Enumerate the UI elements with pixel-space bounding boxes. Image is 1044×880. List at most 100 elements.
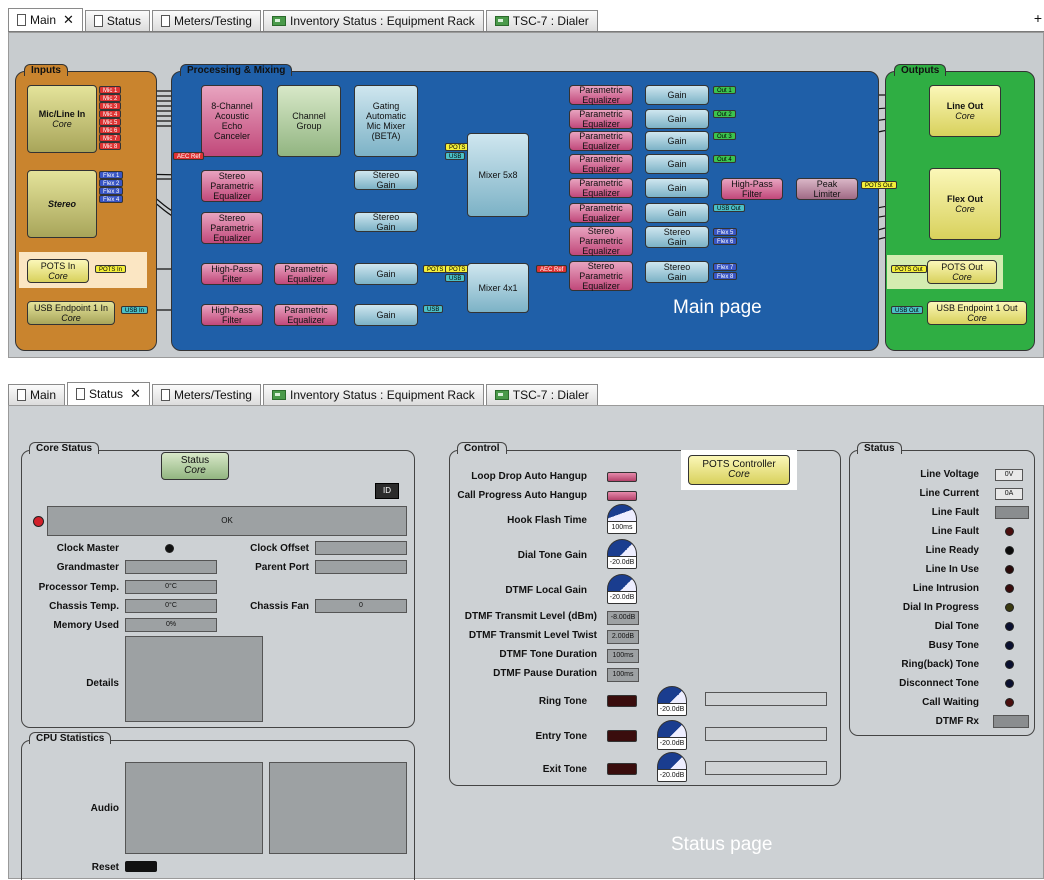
schematic-canvas[interactable]: Inputs Processing & Mixing Outputs Mic/L… [8, 32, 1044, 358]
hpf-1-block[interactable]: High-Pass Filter [201, 263, 263, 285]
stereo-gain-2-block[interactable]: Stereo Gain [354, 212, 418, 232]
gain-out-5-block[interactable]: Gain [645, 178, 709, 198]
pin-pots-out-limiter[interactable]: POTS Out [861, 181, 897, 189]
pin-out-2[interactable]: Out 2 [713, 110, 736, 118]
pin-usb-mixer4x1[interactable]: USB [445, 274, 466, 282]
pin-pots-mixer5x8[interactable]: POTS [445, 143, 470, 151]
pots-in-block[interactable]: POTS In Core [27, 259, 89, 283]
gain-out-4-block[interactable]: Gain [645, 154, 709, 174]
pin-flex-1[interactable]: Flex 1 [99, 171, 124, 179]
dtmf-tone-duration-field[interactable]: 100ms [607, 649, 639, 663]
id-button[interactable]: ID [375, 483, 399, 499]
pin-aec-ref-out[interactable]: AEC Ref [536, 265, 568, 273]
entry-tone-button[interactable] [607, 730, 637, 742]
ring-tone-button[interactable] [607, 695, 637, 707]
tab-status[interactable]: Status [84, 10, 150, 31]
call-progress-toggle[interactable] [607, 491, 637, 501]
stereo-input-block[interactable]: Stereo [27, 170, 97, 238]
pin-flex-2[interactable]: Flex 2 [99, 179, 124, 187]
pin-flex-5[interactable]: Flex 5 [713, 228, 738, 236]
pin-aec-ref-in[interactable]: AEC Ref [173, 152, 205, 160]
status-core-block[interactable]: Status Core [161, 452, 229, 480]
add-tab-button[interactable]: + [1034, 10, 1042, 26]
pin-usb-gain[interactable]: USB [423, 305, 444, 313]
tab-main[interactable]: Main ✕ [8, 8, 83, 31]
pin-out-4[interactable]: Out 4 [713, 155, 736, 163]
ring-tone-knob[interactable]: -20.0dB [657, 686, 687, 716]
peq-out-2-block[interactable]: Parametric Equalizer [569, 109, 633, 129]
gain-out-3-block[interactable]: Gain [645, 131, 709, 151]
pin-out-3[interactable]: Out 3 [713, 132, 736, 140]
pots-out-block[interactable]: POTS Out Core [927, 260, 997, 284]
hpf-2-block[interactable]: High-Pass Filter [201, 304, 263, 326]
pots-controller-block[interactable]: POTS Controller Core [688, 455, 790, 485]
pin-pots-in[interactable]: POTS In [95, 265, 127, 273]
tab-meters-testing[interactable]: Meters/Testing [151, 10, 261, 31]
pin-pots-out-gain[interactable]: POTS [423, 265, 448, 273]
tab-meters-testing[interactable]: Meters/Testing [151, 384, 261, 405]
mixer-4x1-block[interactable]: Mixer 4x1 [467, 263, 529, 313]
pin-usb-out-endpoint[interactable]: USB Out [891, 306, 923, 314]
gain-out-1-block[interactable]: Gain [645, 85, 709, 105]
tab-tsc7-dialer[interactable]: TSC-7 : Dialer [485, 384, 598, 405]
pin-out-1[interactable]: Out 1 [713, 86, 736, 94]
pin-mic-3[interactable]: Mic 3 [99, 102, 122, 110]
mic-line-in-block[interactable]: Mic/Line In Core [27, 85, 97, 153]
flex-out-block[interactable]: Flex Out Core [929, 168, 1001, 240]
gating-mixer-block[interactable]: Gating Automatic Mic Mixer (BETA) [354, 85, 418, 157]
stereo-peq-1-block[interactable]: Stereo Parametric Equalizer [201, 170, 263, 202]
line-out-block[interactable]: Line Out Core [929, 85, 1001, 137]
peq-a-block[interactable]: Parametric Equalizer [274, 263, 338, 285]
dial-tone-gain-knob[interactable]: -20.0dB [607, 539, 637, 569]
peq-out-5-block[interactable]: Parametric Equalizer [569, 178, 633, 198]
tab-main[interactable]: Main [8, 384, 66, 405]
usb-endpoint-in-block[interactable]: USB Endpoint 1 In Core [27, 301, 115, 325]
peq-out-1-block[interactable]: Parametric Equalizer [569, 85, 633, 105]
peq-out-6-block[interactable]: Parametric Equalizer [569, 203, 633, 223]
tab-inventory-status[interactable]: Inventory Status : Equipment Rack [262, 384, 484, 405]
stereo-peq-out-2-block[interactable]: Stereo Parametric Equalizer [569, 261, 633, 291]
hpf-out-block[interactable]: High-Pass Filter [721, 178, 783, 200]
peak-limiter-block[interactable]: Peak Limiter [796, 178, 858, 200]
pin-mic-2[interactable]: Mic 2 [99, 94, 122, 102]
stereo-gain-1-block[interactable]: Stereo Gain [354, 170, 418, 190]
pin-pots-mixer4x1[interactable]: POTS [445, 265, 470, 273]
exit-tone-knob[interactable]: -20.0dB [657, 752, 687, 782]
dtmf-pause-duration-field[interactable]: 100ms [607, 668, 639, 682]
tab-tsc7-dialer[interactable]: TSC-7 : Dialer [485, 10, 598, 31]
mixer-5x8-block[interactable]: Mixer 5x8 [467, 133, 529, 217]
pin-usb-in[interactable]: USB In [121, 306, 149, 314]
stereo-gain-out-2-block[interactable]: Stereo Gain [645, 261, 709, 283]
peq-out-3-block[interactable]: Parametric Equalizer [569, 131, 633, 151]
tab-status[interactable]: Status ✕ [67, 382, 150, 405]
stereo-gain-out-1-block[interactable]: Stereo Gain [645, 226, 709, 248]
pin-flex-6[interactable]: Flex 6 [713, 237, 738, 245]
pin-mic-7[interactable]: Mic 7 [99, 134, 122, 142]
pin-flex-7[interactable]: Flex 7 [713, 263, 738, 271]
pin-flex-8[interactable]: Flex 8 [713, 272, 738, 280]
gain-b-block[interactable]: Gain [354, 304, 418, 326]
hook-flash-knob[interactable]: 100ms [607, 504, 637, 534]
channel-group-block[interactable]: Channel Group [277, 85, 341, 157]
pin-mic-1[interactable]: Mic 1 [99, 86, 122, 94]
pin-usb-mixer5x8[interactable]: USB [445, 152, 466, 160]
pin-pots-out[interactable]: POTS Out [891, 265, 927, 273]
reset-button[interactable] [125, 861, 157, 872]
pin-mic-4[interactable]: Mic 4 [99, 110, 122, 118]
entry-tone-knob[interactable]: -20.0dB [657, 720, 687, 750]
usb-endpoint-out-block[interactable]: USB Endpoint 1 Out Core [927, 301, 1027, 325]
dtmf-local-gain-knob[interactable]: -20.0dB [607, 574, 637, 604]
close-icon[interactable]: ✕ [130, 386, 141, 402]
peq-out-4-block[interactable]: Parametric Equalizer [569, 154, 633, 174]
pin-flex-4[interactable]: Flex 4 [99, 195, 124, 203]
close-icon[interactable]: ✕ [63, 12, 74, 28]
dtmf-tx-level-field[interactable]: -8.00dB [607, 611, 639, 625]
pin-usb-out[interactable]: USB Out [713, 204, 745, 212]
dtmf-tx-twist-field[interactable]: 2.00dB [607, 630, 639, 644]
stereo-peq-2-block[interactable]: Stereo Parametric Equalizer [201, 212, 263, 244]
exit-tone-button[interactable] [607, 763, 637, 775]
pin-mic-6[interactable]: Mic 6 [99, 126, 122, 134]
gain-a-block[interactable]: Gain [354, 263, 418, 285]
pin-flex-3[interactable]: Flex 3 [99, 187, 124, 195]
loop-drop-toggle[interactable] [607, 472, 637, 482]
